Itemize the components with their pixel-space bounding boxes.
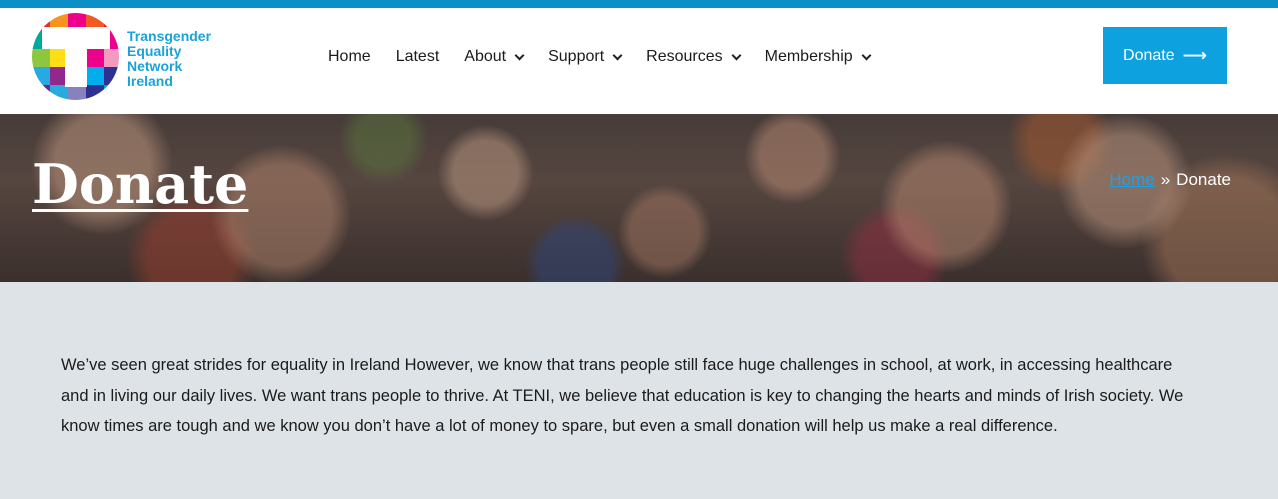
logo-line-2: Equality [127, 43, 182, 59]
arrow-right-icon: ⟶ [1182, 45, 1207, 65]
nav-item-about[interactable]: About [464, 48, 525, 66]
nav-item-membership[interactable]: Membership [764, 48, 872, 66]
nav-label: About [464, 48, 507, 65]
nav-label: Latest [395, 48, 440, 65]
breadcrumb-separator: » [1160, 170, 1171, 189]
logo-line-3: Network [127, 58, 183, 74]
logo-wordmark: Transgender Equality Network Ireland [127, 29, 211, 89]
breadcrumb-home-link[interactable]: Home [1109, 170, 1154, 190]
donate-intro: We’ve seen great strides for equality in… [61, 350, 1201, 442]
teni-logo-mark [32, 13, 119, 100]
hero-banner: Donate Home » Donate [0, 114, 1278, 282]
nav-label: Membership [764, 48, 853, 65]
nav-label: Home [328, 48, 371, 65]
chevron-down-icon [861, 50, 872, 60]
donate-button[interactable]: Donate ⟶ [1103, 27, 1227, 84]
chevron-down-icon [731, 50, 742, 60]
nav-item-home[interactable]: Home [328, 48, 371, 66]
main-nav: Home Latest About Support Resources Memb… [328, 46, 895, 68]
nav-item-support[interactable]: Support [548, 48, 623, 66]
site-logo[interactable]: Transgender Equality Network Ireland [32, 13, 222, 101]
top-accent-bar [0, 0, 1278, 8]
breadcrumb: Home » Donate [1109, 170, 1231, 190]
intro-paragraph: We’ve seen great strides for equality in… [61, 356, 1184, 435]
logo-line-1: Transgender [127, 28, 212, 44]
chevron-down-icon [612, 50, 623, 60]
site-header: Transgender Equality Network Ireland Hom… [0, 8, 1278, 114]
chevron-down-icon [514, 50, 525, 60]
nav-label: Support [548, 48, 605, 65]
nav-item-latest[interactable]: Latest [396, 48, 440, 66]
logo-line-4: Ireland [127, 73, 173, 89]
donate-button-label: Donate [1123, 46, 1175, 64]
breadcrumb-current: Donate [1176, 170, 1231, 189]
nav-label: Resources [646, 48, 723, 65]
page-title: Donate [32, 152, 249, 216]
nav-item-resources[interactable]: Resources [646, 48, 742, 66]
